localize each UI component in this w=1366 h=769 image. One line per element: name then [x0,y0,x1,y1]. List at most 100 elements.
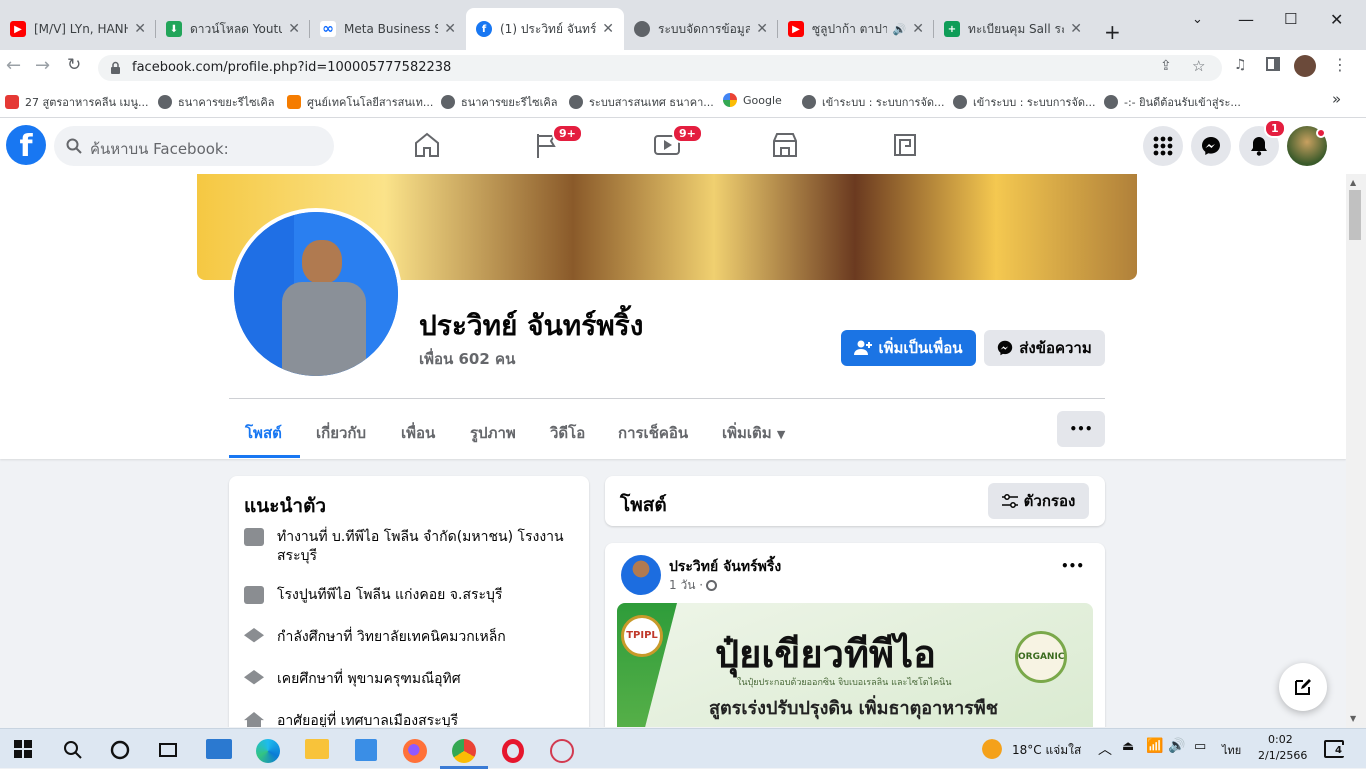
tab-search-icon[interactable]: ⌄ [1192,12,1203,27]
media-control-icon[interactable]: ♫ [1234,57,1247,73]
browser-tab[interactable]: ระบบจัดการข้อมูล บ ✕ [624,8,778,50]
organic-seal: ORGANIC [1015,631,1067,683]
bookmark-item[interactable]: -:- ยินดีต้อนรับเข้าสู่ระ... [1104,93,1241,111]
side-panel-icon[interactable] [1266,57,1280,71]
bookmark-item[interactable]: ระบบสารสนเทศ ธนาคา... [569,93,714,111]
app-icon[interactable] [550,739,574,763]
new-tab-button[interactable]: + [1104,20,1121,44]
filter-button[interactable]: ตัวกรอง [988,483,1089,519]
scroll-up-icon[interactable]: ▲ [1350,178,1356,187]
back-icon[interactable]: ← [6,55,21,76]
grid-icon [1153,136,1173,156]
bookmark-star-icon[interactable]: ☆ [1192,57,1205,75]
bookmark-item[interactable]: เข้าระบบ : ระบบการจัด... [953,93,1096,111]
bookmark-item[interactable]: เข้าระบบ : ระบบการจัด... [802,93,945,111]
clock-date[interactable]: 2/1/2566 [1258,749,1307,762]
opera-icon[interactable] [502,739,524,763]
menu-grid-button[interactable] [1143,126,1183,166]
tab-photos[interactable]: รูปภาพ [470,421,516,445]
tab-about[interactable]: เกี่ยวกับ [316,421,366,445]
volume-icon[interactable]: 🔊 [1168,738,1185,754]
bookmark-item[interactable]: ศูนย์เทคโนโลยีสารสนเท... [287,93,433,111]
bookmark-item[interactable]: 27 สูตรอาหารคลีน เมนู... [5,93,149,111]
browser-profile-avatar[interactable] [1294,55,1316,77]
notification-count: 4 [1333,745,1344,756]
browser-tab[interactable]: ▶ [M/V] LYn, HANHAE ✕ [0,8,156,50]
messenger-button[interactable] [1191,126,1231,166]
tray-expand-icon[interactable]: ︿ [1098,739,1112,759]
post-timestamp[interactable]: 1 วัน · [669,576,718,595]
cortana-icon[interactable] [109,739,131,761]
minimize-icon[interactable]: — [1238,10,1254,29]
marketplace-icon[interactable] [768,128,802,162]
bookmark-item[interactable]: Google [723,93,782,107]
close-tab-icon[interactable]: ✕ [756,21,768,37]
maximize-icon[interactable]: ☐ [1284,10,1297,28]
profile-more-button[interactable]: ••• [1057,411,1105,447]
wifi-icon[interactable]: 📶 [1146,738,1163,754]
close-tab-icon[interactable]: ✕ [602,21,614,37]
tab-videos[interactable]: วิดีโอ [550,421,585,445]
close-tab-icon[interactable]: ✕ [1070,21,1082,37]
page-scrollbar[interactable]: ▲ ▼ [1346,174,1366,728]
tab-friends[interactable]: เพื่อน [401,421,435,445]
home-icon[interactable] [410,128,444,162]
speaker-icon[interactable]: 🔊 [893,23,907,36]
bookmark-item[interactable]: ธนาคารขยะรีไซเคิล [158,93,275,111]
file-explorer-icon[interactable] [305,739,329,759]
browser-tab-active[interactable]: f (1) ประวิทย์ จันทร์พริ้ง ✕ [466,8,624,50]
browser-tab[interactable]: ▶ ซูลูปาก้า ตาปาน 🔊 ✕ [778,8,934,50]
mail-app-icon[interactable] [206,739,232,759]
bookmarks-overflow-button[interactable]: » [1332,90,1341,108]
post-image[interactable]: TPIPL ปุ๋ยเขียวทีพีไอ ORGANIC ในปุ๋ยประก… [617,603,1093,727]
groups-badge: 9+ [552,124,583,143]
close-tab-icon[interactable]: ✕ [288,21,300,37]
battery-icon[interactable]: ▭ [1194,739,1206,754]
close-window-icon[interactable]: ✕ [1330,10,1343,29]
weather-moon-icon[interactable] [982,739,1002,759]
scrollbar-thumb[interactable] [1349,190,1361,240]
account-alert-dot [1316,128,1326,138]
browser-tab[interactable]: ∞ Meta Business Suite ✕ [310,8,466,50]
post-more-button[interactable]: ••• [1061,559,1084,573]
windows-start-icon[interactable] [14,740,32,758]
clock-time[interactable]: 0:02 [1268,733,1293,746]
tab-more[interactable]: เพิ่มเติม ▼ [722,421,785,445]
share-icon[interactable]: ⇪ [1160,58,1172,74]
close-tab-icon[interactable]: ✕ [134,21,146,37]
store-app-icon[interactable] [355,739,377,761]
browser-tab[interactable]: ⬇ ดาวน์โหลด Youtube ✕ [156,8,310,50]
weather-text[interactable]: 18°C แจ่มใส [1012,741,1081,760]
facebook-logo-icon[interactable]: f [6,125,46,165]
profile-picture[interactable] [230,208,402,380]
address-bar[interactable]: facebook.com/profile.php?id=100005777582… [98,55,1222,81]
send-message-button[interactable]: ส่งข้อความ [984,330,1105,366]
gaming-icon[interactable] [888,128,922,162]
task-view-icon[interactable] [157,739,179,761]
post-author-avatar[interactable] [621,555,661,595]
new-message-button[interactable] [1279,663,1327,711]
forward-icon[interactable]: → [35,55,50,76]
tab-posts[interactable]: โพสต์ [245,421,282,445]
browser-menu-icon[interactable]: ⋮ [1332,55,1348,74]
tab-checkins[interactable]: การเช็คอิน [618,421,688,445]
reload-icon[interactable]: ↻ [67,55,81,75]
profile-divider [229,398,1105,399]
chrome-icon[interactable] [452,739,476,763]
scroll-down-icon[interactable]: ▼ [1350,714,1356,723]
facebook-search-input[interactable]: ค้นหาบน Facebook: [54,126,334,166]
add-friend-icon [854,340,873,355]
browser-tab[interactable]: + ทะเบียนคุม Sall ระบบ ✕ [934,8,1092,50]
friend-count[interactable]: เพื่อน 602 คน [419,347,515,371]
filter-sliders-icon [1001,494,1018,508]
usb-tray-icon[interactable]: ⏏ [1122,739,1134,754]
bookmark-item[interactable]: ธนาคารขยะรีไซเคิล [441,93,558,111]
firefox-icon[interactable] [403,739,427,763]
input-language[interactable]: ไทย [1222,741,1241,759]
search-icon[interactable] [62,739,84,761]
add-friend-button[interactable]: เพิ่มเป็นเพื่อน [841,330,976,366]
close-tab-icon[interactable]: ✕ [444,21,456,37]
close-tab-icon[interactable]: ✕ [912,21,924,37]
edge-browser-icon[interactable] [256,739,280,763]
post-author-name[interactable]: ประวิทย์ จันทร์พริ้ง [669,556,781,578]
